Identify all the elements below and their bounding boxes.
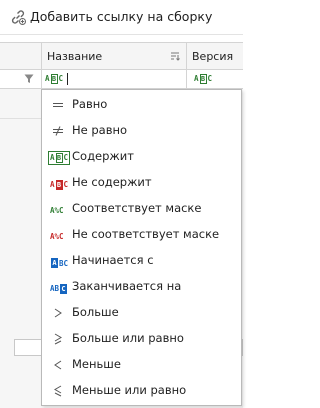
menu-item-like[interactable]: A% C Соответствует маске xyxy=(42,196,241,222)
row-line xyxy=(0,118,42,119)
filter-row-indicator xyxy=(0,70,42,88)
menu-item-starts-with[interactable]: A BC Начинается с xyxy=(42,248,241,274)
auto-filter-row: ABC ABC xyxy=(0,70,243,89)
menu-item-label: Заканчивается на xyxy=(72,279,182,293)
filter-condition-menu: Равно Не равно ABC Содержит ABC Не содер… xyxy=(41,89,242,406)
grid-header: Название Версия xyxy=(0,42,243,70)
menu-item-label: Меньше или равно xyxy=(72,383,187,397)
menu-item-label: Содержит xyxy=(72,149,134,163)
column-divider[interactable] xyxy=(186,43,187,69)
not-contains-icon: ABC xyxy=(50,179,69,190)
add-assembly-reference-dialog: Добавить ссылку на сборку Название Верси… xyxy=(0,0,243,408)
menu-item-label: Не содержит xyxy=(72,175,152,189)
less-icon xyxy=(54,360,62,370)
menu-item-greater[interactable]: Больше xyxy=(42,300,241,326)
text-caret xyxy=(67,73,68,85)
sort-icon[interactable] xyxy=(170,52,180,61)
header-indicator-cell xyxy=(0,43,42,69)
greater-or-equal-icon xyxy=(54,333,62,345)
filter-column-divider xyxy=(186,70,187,88)
starts-with-icon: A BC xyxy=(51,258,69,268)
menu-item-label: Начинается с xyxy=(72,253,154,267)
like-icon: A% C xyxy=(50,206,64,215)
filter-funnel-icon xyxy=(24,74,34,83)
menu-item-label: Больше или равно xyxy=(72,331,184,345)
menu-item-less-or-equal[interactable]: Меньше или равно xyxy=(42,378,241,404)
menu-item-equals[interactable]: Равно xyxy=(42,92,241,118)
not-like-icon: A% C xyxy=(50,232,64,241)
not-equals-icon xyxy=(53,126,63,136)
menu-item-contains[interactable]: ABC Содержит xyxy=(42,144,241,170)
title-separator xyxy=(0,34,243,35)
menu-item-ends-with[interactable]: AB C Заканчивается на xyxy=(42,274,241,300)
name-filter-condition-button[interactable]: ABC xyxy=(45,73,63,84)
menu-item-label: Меньше xyxy=(72,357,121,371)
menu-item-not-equals[interactable]: Не равно xyxy=(42,118,241,144)
link-icon xyxy=(11,10,26,25)
menu-item-greater-or-equal[interactable]: Больше или равно xyxy=(42,326,241,352)
less-or-equal-icon xyxy=(54,385,62,397)
title-bar: Добавить ссылку на сборку xyxy=(0,0,243,34)
version-filter-condition-button[interactable]: ABC xyxy=(194,73,212,84)
column-header-version[interactable]: Версия xyxy=(192,50,233,63)
menu-item-not-contains[interactable]: ABC Не содержит xyxy=(42,170,241,196)
menu-item-label: Не равно xyxy=(72,123,128,137)
equals-icon xyxy=(53,103,63,107)
column-header-name[interactable]: Название xyxy=(47,50,102,63)
menu-item-label: Больше xyxy=(72,305,119,319)
menu-item-label: Равно xyxy=(72,97,108,111)
ends-with-icon: AB C xyxy=(50,283,68,294)
menu-item-not-like[interactable]: A% C Не соответствует маске xyxy=(42,222,241,248)
contains-icon: ABC xyxy=(48,150,71,165)
menu-item-less[interactable]: Меньше xyxy=(42,352,241,378)
greater-icon xyxy=(54,308,62,318)
dialog-title: Добавить ссылку на сборку xyxy=(30,9,213,24)
menu-item-label: Не соответствует маске xyxy=(72,227,220,241)
menu-item-label: Соответствует маске xyxy=(72,201,202,215)
